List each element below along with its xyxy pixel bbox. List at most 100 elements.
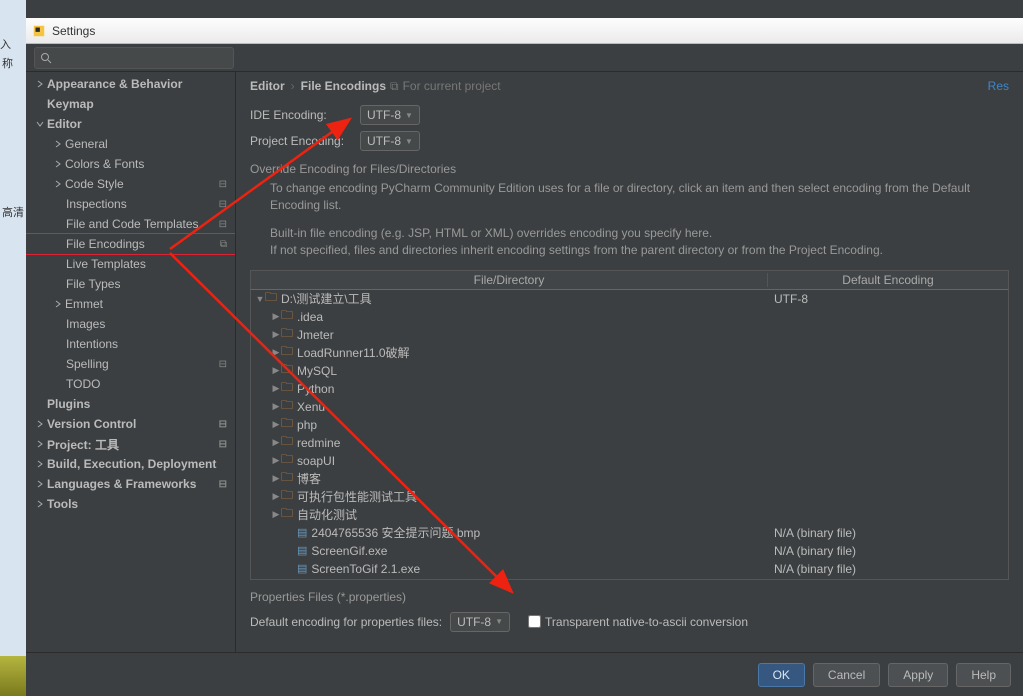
help-text: Built-in file encoding (e.g. JSP, HTML o… bbox=[270, 225, 1009, 242]
help-text: To change encoding PyCharm Community Edi… bbox=[270, 180, 1009, 215]
chevron-icon: ▶ bbox=[271, 437, 281, 448]
help-button[interactable]: Help bbox=[956, 663, 1011, 687]
sidebar-item-spelling[interactable]: Spelling⊟ bbox=[26, 354, 235, 374]
sidebar-item-lang[interactable]: Languages & Frameworks⊟ bbox=[26, 474, 235, 494]
sidebar-item-plugins[interactable]: Plugins bbox=[26, 394, 235, 414]
chevron-icon: ▼ bbox=[255, 294, 265, 304]
tree-row[interactable]: ▶🗀Python bbox=[251, 380, 1008, 398]
sidebar-item-vcs[interactable]: Version Control⊟ bbox=[26, 414, 235, 434]
sidebar-item-intentions[interactable]: Intentions bbox=[26, 334, 235, 354]
sidebar-label: Keymap bbox=[47, 97, 94, 111]
chevron-icon: ▶ bbox=[271, 383, 281, 394]
breadcrumb-file-encodings: File Encodings bbox=[301, 79, 386, 93]
tree-row[interactable]: ▶🗀Xenu bbox=[251, 398, 1008, 416]
sidebar-label: File Encodings bbox=[66, 237, 145, 251]
tree-row[interactable]: ▶🗀redmine bbox=[251, 434, 1008, 452]
sidebar-item-colors[interactable]: Colors & Fonts bbox=[26, 154, 235, 174]
project-encoding-label: Project Encoding: bbox=[250, 134, 360, 148]
chevron-icon: ▶ bbox=[271, 311, 281, 322]
tree-row[interactable]: ▤2404765536 安全提示问题.bmpN/A (binary file) bbox=[251, 524, 1008, 542]
tree-row[interactable]: ▶🗀博客 bbox=[251, 470, 1008, 488]
sidebar-item-emmet[interactable]: Emmet bbox=[26, 294, 235, 314]
sidebar-label: File Types bbox=[66, 277, 120, 291]
chevron-icon: ▶ bbox=[271, 347, 281, 358]
project-badge-icon: ⊟ bbox=[219, 219, 227, 230]
ok-button[interactable]: OK bbox=[758, 663, 805, 687]
encoding-file-tree[interactable]: ▼🗀D:\测试建立\工具UTF-8▶🗀.idea▶🗀Jmeter▶🗀LoadRu… bbox=[250, 290, 1009, 580]
tree-row[interactable]: ▶🗀自动化测试 bbox=[251, 506, 1008, 524]
sidebar-label: Code Style bbox=[65, 177, 124, 191]
properties-header: Properties Files (*.properties) bbox=[236, 580, 1023, 608]
sidebar-item-live-templates[interactable]: Live Templates bbox=[26, 254, 235, 274]
tree-row[interactable]: ▤ScreenToGif 2.1.exeN/A (binary file) bbox=[251, 560, 1008, 578]
sidebar-item-appearance[interactable]: Appearance & Behavior bbox=[26, 74, 235, 94]
ide-encoding-label: IDE Encoding: bbox=[250, 108, 360, 122]
tree-row[interactable]: ▶🗀.idea bbox=[251, 308, 1008, 326]
file-icon: ▤ bbox=[297, 526, 307, 539]
project-badge-icon: ⊟ bbox=[219, 439, 227, 450]
tree-label: redmine bbox=[297, 436, 340, 450]
tree-row[interactable]: ▶🗀php bbox=[251, 416, 1008, 434]
project-badge-icon: ⊟ bbox=[219, 479, 227, 490]
editor-gutter: 入 称 高清 bbox=[0, 0, 26, 696]
sidebar-item-keymap[interactable]: Keymap bbox=[26, 94, 235, 114]
button-label: OK bbox=[773, 668, 790, 682]
file-icon: ▤ bbox=[297, 562, 307, 575]
sidebar-label: Editor bbox=[47, 117, 82, 131]
tree-encoding: UTF-8 bbox=[768, 292, 1008, 306]
sidebar-item-todo[interactable]: TODO bbox=[26, 374, 235, 394]
settings-sidebar[interactable]: Appearance & Behavior Keymap Editor Gene… bbox=[26, 72, 236, 652]
tree-encoding: N/A (binary file) bbox=[768, 562, 1008, 576]
sidebar-item-codestyle[interactable]: Code Style⊟ bbox=[26, 174, 235, 194]
tree-row[interactable]: ▤Sublime_Text_2.0.2_Setup.exeN/A (binary… bbox=[251, 578, 1008, 580]
chevron-icon: ▶ bbox=[271, 401, 281, 412]
tree-row[interactable]: ▤ScreenGif.exeN/A (binary file) bbox=[251, 542, 1008, 560]
tree-row[interactable]: ▼🗀D:\测试建立\工具UTF-8 bbox=[251, 290, 1008, 308]
sidebar-item-tools[interactable]: Tools bbox=[26, 494, 235, 514]
sidebar-label: Build, Execution, Deployment bbox=[47, 457, 216, 471]
search-input[interactable] bbox=[34, 47, 234, 69]
checkbox-label: Transparent native-to-ascii conversion bbox=[545, 615, 748, 629]
override-header: Override Encoding for Files/Directories bbox=[250, 162, 1009, 176]
tree-row[interactable]: ▶🗀LoadRunner11.0破解 bbox=[251, 344, 1008, 362]
sidebar-item-editor[interactable]: Editor bbox=[26, 114, 235, 134]
dialog-button-row: OK Cancel Apply Help bbox=[26, 652, 1023, 696]
project-badge-icon: ⊟ bbox=[219, 199, 227, 210]
sidebar-item-project[interactable]: Project: 工具⊟ bbox=[26, 434, 235, 454]
window-title: Settings bbox=[52, 24, 95, 38]
project-badge-icon: ⧉ bbox=[220, 239, 227, 250]
chevron-right-icon bbox=[54, 180, 62, 188]
properties-encoding-dropdown[interactable]: UTF-8▼ bbox=[450, 612, 510, 632]
sidebar-item-file-encodings[interactable]: File Encodings ⧉ bbox=[26, 234, 235, 254]
breadcrumb: Editor › File Encodings ⧉ For current pr… bbox=[236, 72, 1023, 100]
sidebar-item-inspections[interactable]: Inspections⊟ bbox=[26, 194, 235, 214]
project-encoding-dropdown[interactable]: UTF-8▼ bbox=[360, 131, 420, 151]
sidebar-item-file-types[interactable]: File Types bbox=[26, 274, 235, 294]
native-ascii-checkbox[interactable]: Transparent native-to-ascii conversion bbox=[528, 615, 748, 629]
ide-encoding-dropdown[interactable]: UTF-8▼ bbox=[360, 105, 420, 125]
combo-value: UTF-8 bbox=[367, 134, 401, 148]
sidebar-label: Colors & Fonts bbox=[65, 157, 144, 171]
tree-row[interactable]: ▶🗀Jmeter bbox=[251, 326, 1008, 344]
tree-row[interactable]: ▶🗀MySQL bbox=[251, 362, 1008, 380]
gutter-text: 称 bbox=[2, 55, 13, 71]
sidebar-item-images[interactable]: Images bbox=[26, 314, 235, 334]
tree-label: Jmeter bbox=[297, 328, 334, 342]
tree-label: 博客 bbox=[297, 470, 321, 487]
sidebar-item-file-code-templates[interactable]: File and Code Templates⊟ bbox=[26, 214, 235, 234]
tree-row[interactable]: ▶🗀可执行包性能测试工具 bbox=[251, 488, 1008, 506]
tree-row[interactable]: ▶🗀soapUI bbox=[251, 452, 1008, 470]
sidebar-item-bed[interactable]: Build, Execution, Deployment bbox=[26, 454, 235, 474]
sidebar-label: Intentions bbox=[66, 337, 118, 351]
combo-value: UTF-8 bbox=[457, 615, 491, 629]
chevron-icon: ▶ bbox=[271, 365, 281, 376]
apply-button[interactable]: Apply bbox=[888, 663, 948, 687]
sidebar-label: Version Control bbox=[47, 417, 136, 431]
sidebar-label: Spelling bbox=[66, 357, 109, 371]
cancel-button[interactable]: Cancel bbox=[813, 663, 880, 687]
reset-link[interactable]: Res bbox=[988, 79, 1009, 93]
chevron-right-icon: › bbox=[291, 79, 295, 93]
sidebar-item-general[interactable]: General bbox=[26, 134, 235, 154]
tree-label: Python bbox=[297, 382, 334, 396]
folder-icon: 🗀 bbox=[281, 504, 293, 525]
